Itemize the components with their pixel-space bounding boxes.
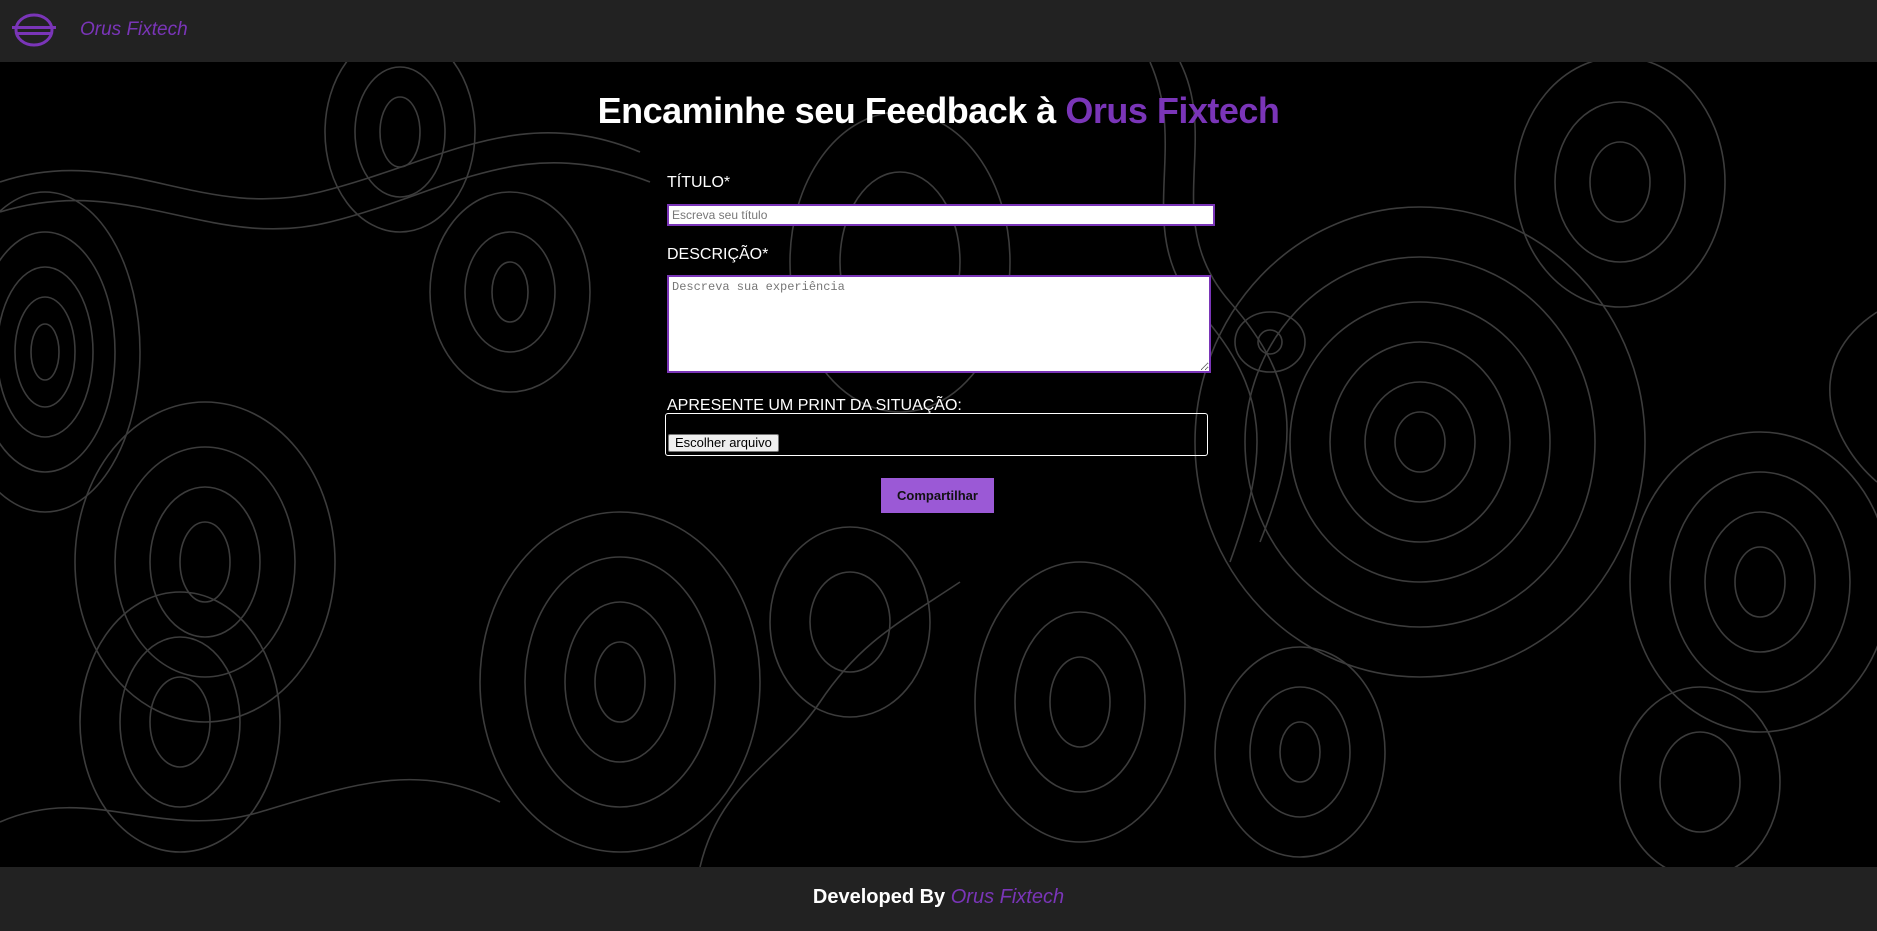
brand-name[interactable]: Orus Fixtech xyxy=(80,19,188,41)
orus-logo-icon[interactable] xyxy=(12,13,56,47)
footer: Developed By Orus Fixtech xyxy=(0,867,1877,931)
title-label: TÍTULO* xyxy=(667,174,731,191)
page-title-prefix: Encaminhe seu Feedback à xyxy=(597,90,1066,131)
description-textarea[interactable] xyxy=(667,275,1211,373)
footer-credit: Developed By Orus Fixtech xyxy=(0,886,1877,909)
page: Orus Fixtech Encaminhe seu Feedback à Or… xyxy=(0,0,1877,931)
page-title-accent: Orus Fixtech xyxy=(1065,90,1280,131)
description-label: DESCRIÇÃO* xyxy=(667,246,769,263)
file-upload-field[interactable]: Escolher arquivo xyxy=(665,413,1208,456)
feedback-section: Encaminhe seu Feedback à Orus Fixtech TÍ… xyxy=(0,62,1877,867)
page-title: Encaminhe seu Feedback à Orus Fixtech xyxy=(0,90,1877,132)
top-navbar: Orus Fixtech xyxy=(0,0,1877,62)
choose-file-button[interactable]: Escolher arquivo xyxy=(668,434,779,452)
footer-brand: Orus Fixtech xyxy=(950,886,1065,908)
title-input[interactable] xyxy=(667,204,1215,226)
share-button[interactable]: Compartilhar xyxy=(881,478,994,513)
footer-prefix: Developed By xyxy=(812,886,951,908)
